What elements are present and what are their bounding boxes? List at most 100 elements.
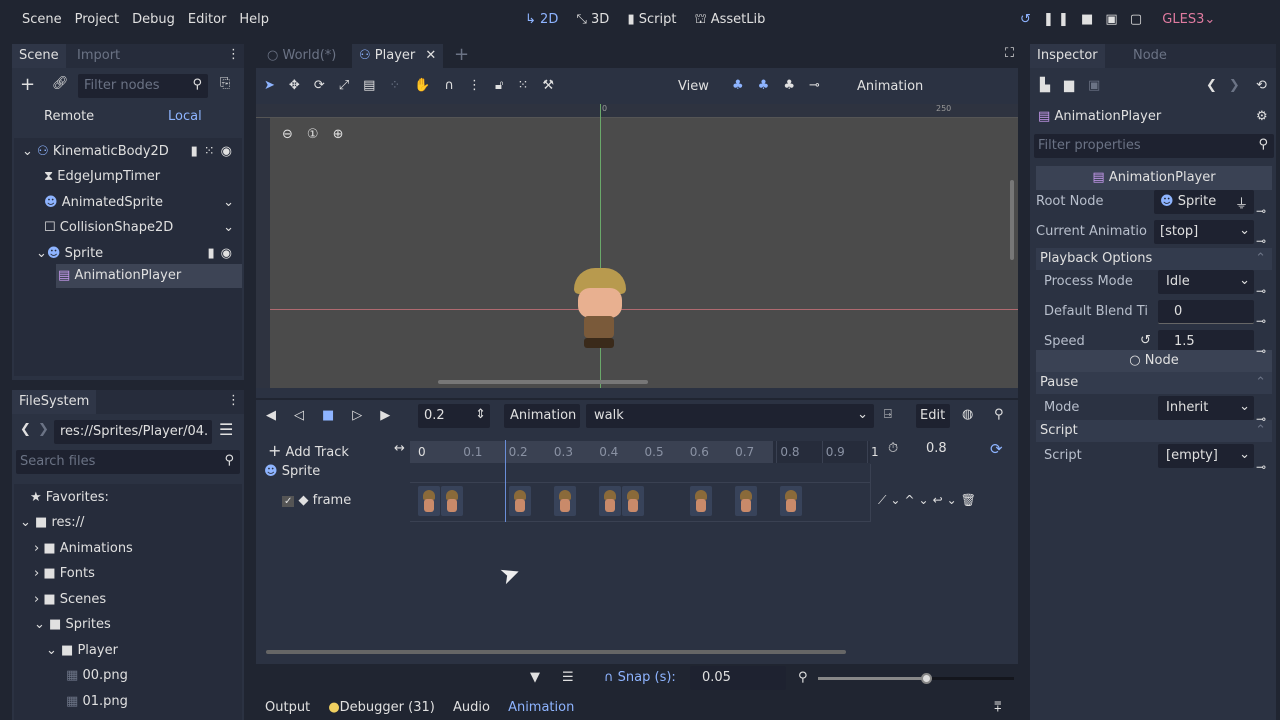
default-blend-time-input[interactable]: 0 bbox=[1158, 300, 1254, 324]
bottom-tab-animation[interactable]: Animation bbox=[508, 700, 574, 715]
distraction-free-icon[interactable]: ⛶ bbox=[1005, 46, 1014, 61]
tab-filesystem[interactable]: FileSystem bbox=[12, 390, 97, 414]
search-files-input[interactable]: Search files ⚲ bbox=[16, 450, 240, 474]
section-pause[interactable]: Pause ⌃ bbox=[1036, 372, 1272, 394]
add-node-icon[interactable]: + bbox=[20, 74, 35, 95]
menu-editor[interactable]: Editor bbox=[188, 12, 226, 27]
tab-player[interactable]: ⚇ Player ✕ bbox=[352, 44, 444, 68]
visibility-icon[interactable]: ◉ bbox=[221, 144, 238, 159]
filter-nodes-input[interactable]: Filter nodes ⚲ bbox=[78, 74, 208, 98]
play-from-start-icon[interactable]: ▷ bbox=[352, 408, 380, 423]
chevron-down-icon[interactable]: ⌄ bbox=[223, 191, 234, 215]
bone-icon[interactable]: ⚒ bbox=[542, 78, 568, 93]
pause-icon[interactable]: ❚❚ bbox=[1043, 12, 1073, 27]
section-script[interactable]: Script ⌃ bbox=[1036, 420, 1272, 442]
more-icon[interactable]: ⋮ bbox=[468, 78, 495, 93]
save-icon[interactable]: ▣ bbox=[1088, 78, 1114, 93]
visibility-icon[interactable]: ◉ bbox=[221, 246, 238, 261]
workspace-script[interactable]: ▮ Script bbox=[627, 12, 676, 27]
filter-properties-input[interactable]: Filter properties ⚲ bbox=[1034, 134, 1274, 158]
pause-mode-select[interactable]: Inherit ⌄ bbox=[1158, 396, 1254, 420]
pan-tool-icon[interactable]: ✋ bbox=[414, 78, 444, 93]
key-scale-icon[interactable]: ♣ bbox=[783, 78, 809, 93]
pivot-icon[interactable]: ⁘ bbox=[389, 78, 414, 93]
keyframe[interactable] bbox=[621, 486, 644, 516]
bottom-tab-audio[interactable]: Audio bbox=[453, 700, 490, 715]
keyframe[interactable] bbox=[735, 486, 758, 516]
file-item[interactable]: › ■ Animations bbox=[14, 537, 242, 561]
remote-button[interactable]: Remote bbox=[44, 109, 94, 124]
player-sprite[interactable] bbox=[568, 266, 634, 356]
clear-icon[interactable]: ⏚ bbox=[1235, 193, 1248, 212]
history-back-icon[interactable]: ❮ bbox=[1206, 78, 1229, 93]
tree-item[interactable]: ⌄☻ Sprite ▮◉ bbox=[14, 242, 242, 266]
zoom-in-icon[interactable]: ⊕ bbox=[333, 127, 358, 142]
timeline-scrollbar[interactable] bbox=[266, 650, 846, 654]
key-icon[interactable]: ⊸ bbox=[1256, 336, 1266, 366]
link-icon[interactable]: 🔗︎ bbox=[52, 76, 69, 91]
horizontal-scrollbar[interactable] bbox=[438, 380, 648, 384]
group-tracks-icon[interactable]: ☰ bbox=[562, 670, 574, 685]
workspace-3d[interactable]: ⤡ 3D bbox=[576, 12, 609, 27]
autoplay-icon[interactable]: ⍈ bbox=[884, 407, 892, 422]
track-frame[interactable]: ✓ ◆ frame bbox=[282, 493, 351, 508]
file-item[interactable]: ▦ 01.png bbox=[14, 690, 242, 714]
group-icon[interactable]: ⁙ bbox=[517, 78, 542, 93]
tree-item-selected[interactable]: ▤ AnimationPlayer bbox=[56, 264, 242, 288]
history-forward-icon[interactable]: ❯ bbox=[1229, 78, 1252, 93]
zoom-reset-icon[interactable]: ① bbox=[307, 127, 333, 142]
keyframe[interactable] bbox=[418, 486, 440, 516]
menu-help[interactable]: Help bbox=[239, 12, 269, 27]
playhead[interactable] bbox=[504, 440, 506, 522]
viewport[interactable]: 0 250 ⊖①⊕ bbox=[256, 104, 1018, 388]
object-tools-icon[interactable]: ⚙ bbox=[1256, 109, 1268, 124]
play-backwards-from-end-icon[interactable]: ◁ bbox=[294, 408, 322, 423]
play-custom-scene-icon[interactable]: ▢ bbox=[1130, 12, 1146, 27]
tree-item[interactable]: ☐ CollisionShape2D ⌄ bbox=[14, 216, 242, 240]
tab-node[interactable]: Node bbox=[1126, 44, 1174, 68]
attach-script-icon[interactable]: ⎘ bbox=[220, 76, 230, 91]
inspected-object[interactable]: ▤ AnimationPlayer bbox=[1038, 109, 1161, 124]
file-item[interactable]: ⌄ ■ res:// bbox=[14, 511, 242, 535]
loop-wrap-icon[interactable]: ↩⌄ bbox=[933, 493, 961, 507]
new-tab-icon[interactable]: + bbox=[454, 44, 469, 65]
dock-menu-icon[interactable]: ⋮ bbox=[227, 393, 240, 408]
time-spinbox[interactable]: 0.2 ⇕ bbox=[418, 404, 490, 428]
checkbox-checked-icon[interactable]: ✓ bbox=[282, 496, 295, 507]
zoom-out-icon[interactable]: ⊖ bbox=[282, 127, 307, 142]
stop-icon[interactable]: ■ bbox=[322, 408, 352, 423]
root-node-field[interactable]: ☻ Sprite ⏚ bbox=[1154, 190, 1254, 214]
bottom-tab-output[interactable]: Output bbox=[265, 700, 310, 715]
file-item[interactable]: ▦ 00.png bbox=[14, 664, 242, 688]
expand-panel-icon[interactable]: ⩱ bbox=[994, 700, 1002, 715]
keyframe[interactable] bbox=[689, 486, 712, 516]
scale-tool-icon[interactable]: ⤢ bbox=[339, 78, 363, 93]
snap-input[interactable]: 0.05 bbox=[690, 666, 786, 690]
keyframe[interactable] bbox=[440, 486, 463, 516]
animation-select[interactable]: walk ⌄ bbox=[586, 404, 874, 428]
play-backwards-icon[interactable]: ◀ bbox=[266, 408, 294, 423]
current-animation-select[interactable]: [stop] ⌄ bbox=[1154, 220, 1254, 244]
workspace-assetlib[interactable]: ⛫ AssetLib bbox=[695, 12, 766, 27]
keyframe[interactable] bbox=[780, 486, 803, 516]
zoom-fit-icon[interactable]: ↔ bbox=[394, 441, 405, 456]
snap-icon[interactable]: ∩ bbox=[445, 78, 469, 93]
pin-icon[interactable]: ⚲ bbox=[994, 407, 1004, 422]
chevron-down-icon[interactable]: ⌄ bbox=[223, 216, 234, 240]
restart-icon[interactable]: ↺ bbox=[1020, 12, 1035, 27]
tree-item[interactable]: ☻ AnimatedSprite ⌄ bbox=[14, 191, 242, 215]
animation-menu[interactable]: Animation bbox=[857, 79, 923, 94]
tree-item[interactable]: ⌄ ⚇ KinematicBody2D ▮⁙◉ bbox=[14, 140, 242, 164]
delete-track-icon[interactable]: 🗑︎ bbox=[961, 493, 980, 507]
tab-inspector[interactable]: Inspector bbox=[1030, 44, 1105, 68]
file-item[interactable]: ⌄ ■ Player bbox=[14, 639, 242, 663]
forward-icon[interactable]: ❯ bbox=[38, 422, 49, 437]
play-scene-icon[interactable]: ▣ bbox=[1105, 12, 1121, 27]
key-icon[interactable]: ⊸ bbox=[1256, 196, 1266, 226]
menu-project[interactable]: Project bbox=[75, 12, 119, 27]
renderer-select[interactable]: GLES3⌄ bbox=[1162, 12, 1215, 27]
play-icon[interactable]: ▶ bbox=[380, 408, 408, 423]
rotate-tool-icon[interactable]: ⟳ bbox=[314, 78, 339, 93]
file-item[interactable]: ★ Favorites: bbox=[14, 486, 242, 510]
view-menu[interactable]: View bbox=[678, 79, 709, 94]
